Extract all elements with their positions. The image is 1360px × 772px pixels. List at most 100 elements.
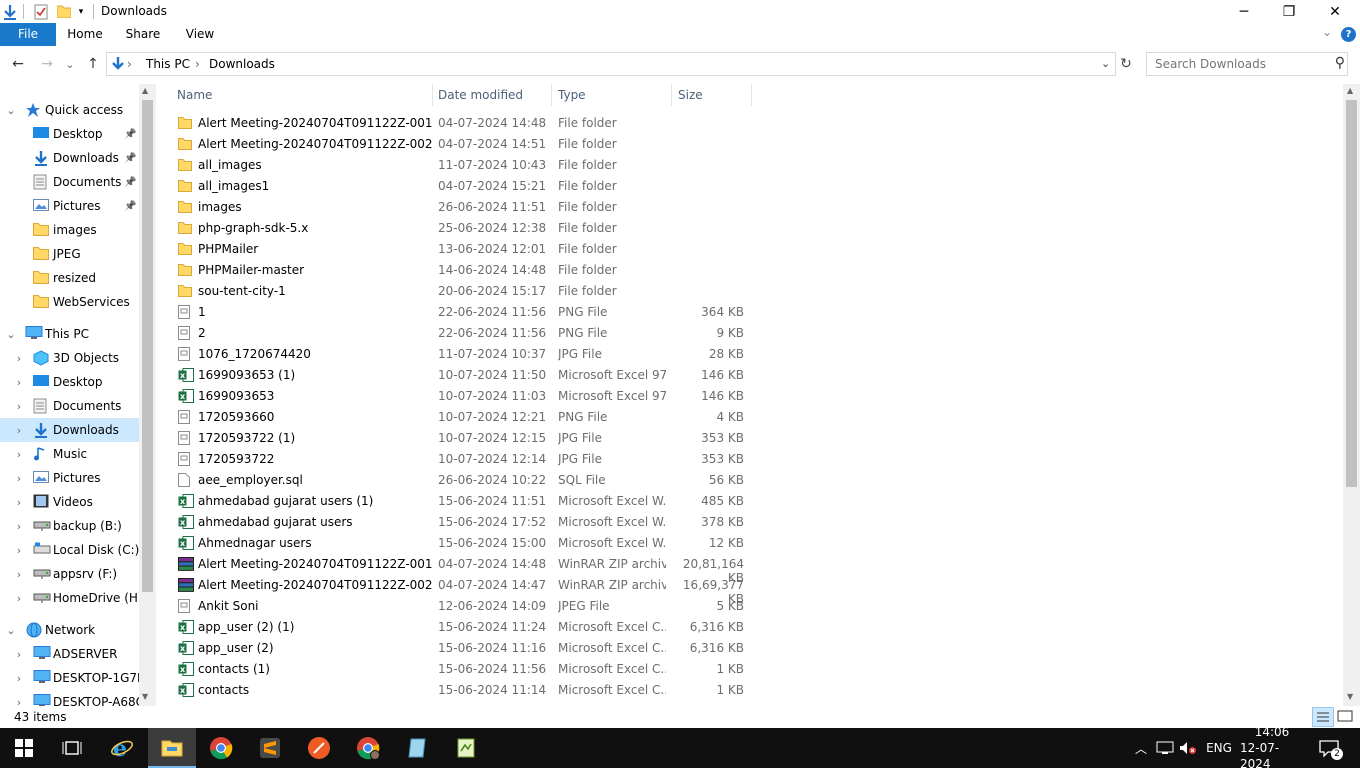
chevron-right-icon[interactable]: › xyxy=(13,352,25,365)
scroll-up-arrow-icon[interactable]: ▲ xyxy=(1347,86,1353,95)
chevron-right-icon[interactable]: › xyxy=(13,496,25,509)
nav-scrollbar[interactable]: ▲ ▼ xyxy=(139,84,156,706)
file-row[interactable]: all_images1 04-07-2024 15:21 File folder xyxy=(174,176,754,197)
tab-view[interactable]: View xyxy=(180,23,220,46)
file-list-scrollbar[interactable]: ▲ ▼ xyxy=(1343,84,1360,706)
chevron-right-icon[interactable]: › xyxy=(13,648,25,661)
chevron-right-icon[interactable]: › xyxy=(13,520,25,533)
properties-icon[interactable] xyxy=(33,3,49,20)
file-row[interactable]: Alert Meeting-20240704T091122Z-001 04-07-… xyxy=(174,113,754,134)
tab-file[interactable]: File xyxy=(0,23,56,46)
file-row[interactable]: php-graph-sdk-5.x 25-06-2024 12:38 File fo… xyxy=(174,218,754,239)
nav-item-desktop[interactable]: › Desktop xyxy=(0,370,139,394)
file-row[interactable]: all_images 11-07-2024 10:43 File folder xyxy=(174,155,754,176)
up-button[interactable]: ↑ xyxy=(82,54,104,74)
new-folder-icon[interactable] xyxy=(56,3,72,20)
nav-item-videos[interactable]: › Videos xyxy=(0,490,139,514)
show-hidden-icons-icon[interactable]: ︿ xyxy=(1133,728,1149,768)
file-row[interactable]: Alert Meeting-20240704T091122Z-001 04-07-… xyxy=(174,554,754,585)
column-header-name[interactable]: Name xyxy=(171,84,433,106)
file-row[interactable]: x Ahmednagar users 15-06-2024 15:00 Microso… xyxy=(174,533,754,554)
file-row[interactable]: 1720593660 10-07-2024 12:21 PNG File 4 KB xyxy=(174,407,754,428)
breadcrumb-this-pc[interactable]: This PC xyxy=(146,57,190,71)
sublime-text-icon[interactable] xyxy=(246,728,294,768)
nav-item-quick-access[interactable]: ⌄ Quick access xyxy=(0,98,139,122)
file-row[interactable]: 1076_1720674420 11-07-2024 10:37 JPG File 2… xyxy=(174,344,754,365)
nav-item-downloads[interactable]: › Downloads xyxy=(0,418,139,442)
chevron-right-icon[interactable]: › xyxy=(13,472,25,485)
customize-quick-access-icon[interactable]: ▾ xyxy=(75,3,87,20)
volume-muted-icon[interactable] xyxy=(1178,728,1198,768)
nav-item-downloads[interactable]: Downloads 📌 xyxy=(0,146,139,170)
download-icon[interactable] xyxy=(2,3,18,20)
nav-item-appsrv-f[interactable]: › appsrv (F:) xyxy=(0,562,139,586)
notifications-icon[interactable]: 2 xyxy=(1318,728,1343,768)
maximize-button[interactable]: ❐ xyxy=(1266,0,1312,23)
start-icon[interactable] xyxy=(0,728,48,768)
chevron-right-icon[interactable]: › xyxy=(13,672,25,685)
column-header-date[interactable]: Date modified xyxy=(432,84,552,106)
details-view-button[interactable] xyxy=(1312,707,1334,727)
scroll-down-arrow-icon[interactable]: ▼ xyxy=(142,692,148,701)
nav-item-desktop-a68oi[interactable]: › DESKTOP-A68OI xyxy=(0,690,139,706)
file-row[interactable]: 1720593722 10-07-2024 12:14 JPG File 353 KB xyxy=(174,449,754,470)
nav-item-documents[interactable]: Documents 📌 xyxy=(0,170,139,194)
chrome-profile-icon[interactable] xyxy=(344,728,392,768)
refresh-button[interactable]: ↻ xyxy=(1116,54,1136,74)
breadcrumb-downloads[interactable]: Downloads xyxy=(209,57,275,71)
forward-button[interactable]: → xyxy=(36,54,58,74)
file-row[interactable]: x ahmedabad gujarat users (1) 15-06-2024 1… xyxy=(174,491,754,512)
file-row[interactable]: x app_user (2) 15-06-2024 11:16 Microsoft E… xyxy=(174,638,754,659)
postman-icon[interactable] xyxy=(295,728,343,768)
tab-share[interactable]: Share xyxy=(122,23,164,46)
nav-item-homedrive-h[interactable]: › HomeDrive (H:) xyxy=(0,586,139,610)
nav-item-local-disk-c[interactable]: › Local Disk (C:) xyxy=(0,538,139,562)
nav-item-music[interactable]: › Music xyxy=(0,442,139,466)
search-input[interactable] xyxy=(1147,53,1327,75)
file-row[interactable]: 1720593722 (1) 10-07-2024 12:15 JPG File 35… xyxy=(174,428,754,449)
file-row[interactable]: 1 22-06-2024 11:56 PNG File 364 KB xyxy=(174,302,754,323)
chevron-right-icon[interactable]: › xyxy=(13,376,25,389)
nav-item-pictures[interactable]: Pictures 📌 xyxy=(0,194,139,218)
search-icon[interactable]: ⚲ xyxy=(1329,55,1345,73)
file-row[interactable]: x 1699093653 10-07-2024 11:03 Microsoft Exc… xyxy=(174,386,754,407)
file-row[interactable]: sou-tent-city-1 20-06-2024 15:17 File fold… xyxy=(174,281,754,302)
chevron-right-icon[interactable]: › xyxy=(13,568,25,581)
file-row[interactable]: PHPMailer-master 14-06-2024 14:48 File fol… xyxy=(174,260,754,281)
large-icons-view-button[interactable] xyxy=(1336,708,1356,726)
chevron-right-icon[interactable]: › xyxy=(13,400,25,413)
nav-item-backup-b[interactable]: › backup (B:) xyxy=(0,514,139,538)
clock[interactable]: 14:06 12-07-2024 xyxy=(1240,725,1304,771)
file-row[interactable]: x contacts 15-06-2024 11:14 Microsoft Excel… xyxy=(174,680,754,701)
file-row[interactable]: x 1699093653 (1) 10-07-2024 11:50 Microsoft… xyxy=(174,365,754,386)
nav-item-images[interactable]: images xyxy=(0,218,139,242)
nav-item-desktop-1g7di[interactable]: › DESKTOP-1G7DI xyxy=(0,666,139,690)
ribbon-expand-icon[interactable]: ⌄ xyxy=(1318,25,1336,43)
file-row[interactable]: images 26-06-2024 11:51 File folder xyxy=(174,197,754,218)
notepad-icon[interactable] xyxy=(393,728,441,768)
nav-item-jpeg[interactable]: JPEG xyxy=(0,242,139,266)
nav-item-pictures[interactable]: › Pictures xyxy=(0,466,139,490)
language-indicator[interactable]: ENG xyxy=(1206,728,1232,768)
pin-icon[interactable]: 📌 xyxy=(124,177,136,188)
file-row[interactable]: PHPMailer 13-06-2024 12:01 File folder xyxy=(174,239,754,260)
chevron-right-icon[interactable]: › xyxy=(13,592,25,605)
column-header-type[interactable]: Type xyxy=(552,84,672,106)
scroll-up-arrow-icon[interactable]: ▲ xyxy=(142,86,148,95)
close-button[interactable]: ✕ xyxy=(1312,0,1358,23)
nav-item-resized[interactable]: resized xyxy=(0,266,139,290)
network-status-icon[interactable] xyxy=(1155,728,1175,768)
nav-item-documents[interactable]: › Documents xyxy=(0,394,139,418)
pin-icon[interactable]: 📌 xyxy=(124,129,136,140)
pin-icon[interactable]: 📌 xyxy=(124,153,136,164)
file-row[interactable]: x app_user (2) (1) 15-06-2024 11:24 Microso… xyxy=(174,617,754,638)
tab-home[interactable]: Home xyxy=(64,23,106,46)
breadcrumb-separator[interactable]: › xyxy=(195,57,200,71)
file-row[interactable]: Alert Meeting-20240704T091122Z-002 04-07-… xyxy=(174,575,754,606)
file-row[interactable]: Ankit Soni 12-06-2024 14:09 JPEG File 5 KB xyxy=(174,596,754,617)
nav-item-network[interactable]: ⌄ Network xyxy=(0,618,139,642)
nav-item-3d-objects[interactable]: › 3D Objects xyxy=(0,346,139,370)
chevron-down-icon[interactable]: ⌄ xyxy=(5,328,17,341)
file-row[interactable]: x contacts (1) 15-06-2024 11:56 Microsoft E… xyxy=(174,659,754,680)
chevron-right-icon[interactable]: › xyxy=(13,448,25,461)
